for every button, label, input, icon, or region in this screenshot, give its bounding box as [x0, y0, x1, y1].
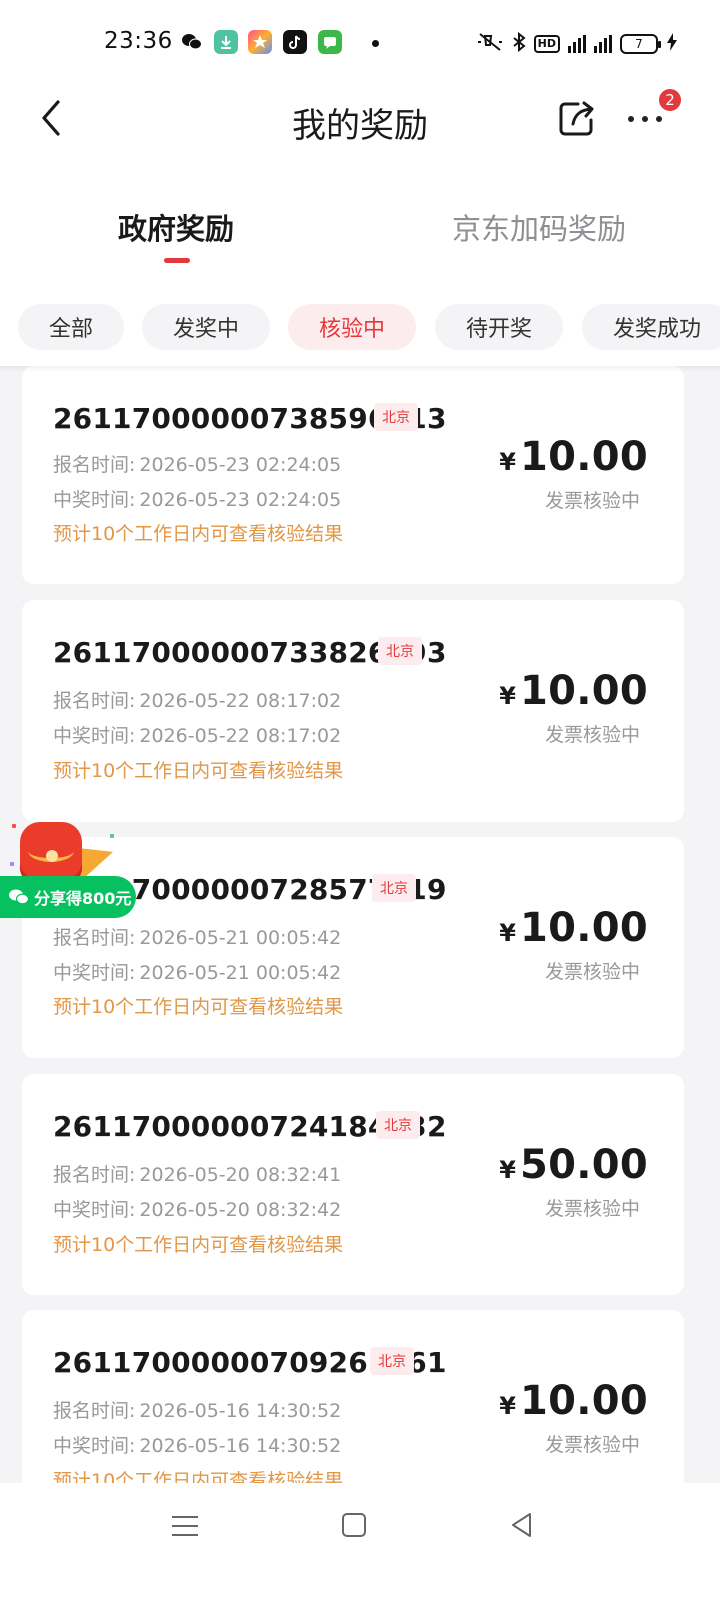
filter-awarding[interactable]: 发奖中 — [142, 304, 270, 350]
win-time: 中奖时间: 2026-05-22 08:17:02 — [53, 725, 342, 747]
system-icons: HD 7 — [476, 31, 678, 56]
home-button[interactable] — [342, 1513, 366, 1537]
reward-card[interactable]: 26117000000709261261 北京 报名时间: 2026-05-16 … — [22, 1310, 684, 1483]
confetti-decoration — [10, 862, 14, 866]
reward-card[interactable]: 26117000000733826993 北京 报名时间: 2026-05-22 … — [22, 600, 684, 822]
verification-note: 预计10个工作日内可查看核验结果 — [53, 760, 344, 782]
charging-icon — [666, 32, 678, 56]
invoice-status: 发票核验中 — [544, 1198, 640, 1220]
wechat-icon — [9, 889, 30, 905]
invoice-status: 发票核验中 — [544, 1434, 640, 1456]
invoice-status: 发票核验中 — [544, 961, 640, 983]
status-filter-bar: 全部 发奖中 核验中 待开奖 发奖成功 — [0, 304, 720, 350]
verification-note: 预计10个工作日内可查看核验结果 — [53, 996, 344, 1018]
filter-pending-draw[interactable]: 待开奖 — [435, 304, 563, 350]
city-tag: 北京 — [376, 1111, 420, 1139]
signup-time: 报名时间: 2026-05-23 02:24:05 — [53, 454, 342, 476]
reward-amount: ¥10.00 — [499, 434, 648, 480]
reward-card[interactable]: 26117000000738596013 北京 报名时间: 2026-05-23 … — [22, 366, 684, 584]
reward-tabs: 政府奖励 京东加码奖励 — [0, 200, 720, 270]
signup-time: 报名时间: 2026-05-22 08:17:02 — [53, 690, 342, 712]
signup-time: 报名时间: 2026-05-16 14:30:52 — [53, 1400, 342, 1422]
recent-apps-button[interactable] — [172, 1513, 198, 1539]
share-icon — [559, 101, 594, 136]
bluetooth-icon — [512, 31, 526, 56]
invoice-status: 发票核验中 — [544, 490, 640, 512]
system-nav-bar — [0, 1483, 720, 1600]
win-time: 中奖时间: 2026-05-20 08:32:42 — [53, 1199, 342, 1221]
reward-amount: ¥50.00 — [499, 1142, 648, 1188]
message-icon — [318, 30, 342, 54]
notification-dot — [372, 40, 379, 47]
filter-verifying[interactable]: 核验中 — [288, 304, 416, 350]
status-time: 23:36 — [104, 28, 173, 54]
signup-time: 报名时间: 2026-05-20 08:32:41 — [53, 1164, 342, 1186]
notification-badge: 2 — [658, 88, 682, 112]
status-bar: 23:36 HD 7 — [0, 24, 720, 64]
top-bar: 23:36 HD 7 我的奖励 2 政府奖励 京东加码奖励 全部 发奖中 核验中… — [0, 0, 720, 366]
download-icon — [214, 30, 238, 54]
red-packet-icon — [20, 822, 82, 884]
tiktok-icon — [283, 30, 307, 54]
wechat-icon — [180, 30, 204, 54]
mute-icon — [476, 32, 504, 56]
win-time: 中奖时间: 2026-05-23 02:24:05 — [53, 489, 342, 511]
reward-card[interactable]: 26117000000724184332 北京 报名时间: 2026-05-20 … — [22, 1074, 684, 1295]
city-tag: 北京 — [378, 637, 422, 665]
signup-time: 报名时间: 2026-05-21 00:05:42 — [53, 927, 342, 949]
star-app-icon — [248, 30, 272, 54]
city-tag: 北京 — [370, 1347, 414, 1375]
signal-icon — [568, 35, 586, 53]
city-tag: 北京 — [372, 874, 416, 902]
hd-indicator: HD — [533, 35, 560, 53]
verification-note: 预计10个工作日内可查看核验结果 — [53, 1470, 344, 1483]
win-time: 中奖时间: 2026-05-16 14:30:52 — [53, 1435, 342, 1457]
reward-amount: ¥10.00 — [499, 1378, 648, 1424]
share-earn-button[interactable]: 分享得800元 — [0, 876, 136, 918]
filter-award-success[interactable]: 发奖成功 — [582, 304, 720, 350]
reward-amount: ¥10.00 — [499, 668, 648, 714]
triangle-back-icon — [512, 1513, 531, 1537]
invoice-status: 发票核验中 — [544, 724, 640, 746]
header: 我的奖励 — [0, 80, 720, 160]
page-title: 我的奖励 — [292, 106, 428, 146]
share-reward-widget[interactable]: 分享得800元 — [0, 818, 140, 920]
nav-back-button[interactable] — [508, 1511, 536, 1539]
verification-note: 预计10个工作日内可查看核验结果 — [53, 523, 344, 545]
share-earn-label: 分享得800元 — [34, 889, 132, 908]
battery-icon: 7 — [620, 34, 661, 54]
more-icon — [628, 116, 662, 122]
win-time: 中奖时间: 2026-05-21 00:05:42 — [53, 962, 342, 984]
verification-note: 预计10个工作日内可查看核验结果 — [53, 1234, 344, 1256]
share-button[interactable] — [556, 98, 598, 140]
confetti-decoration — [12, 824, 16, 828]
filter-all[interactable]: 全部 — [18, 304, 124, 350]
signal-2-icon — [594, 35, 612, 53]
tab-government-rewards[interactable]: 政府奖励 — [118, 206, 234, 248]
active-tab-indicator — [164, 258, 190, 263]
reward-amount: ¥10.00 — [499, 905, 648, 951]
reward-list: 26117000000738596013 北京 报名时间: 2026-05-23 … — [0, 366, 720, 1483]
city-tag: 北京 — [374, 403, 418, 431]
confetti-decoration — [110, 834, 114, 838]
tab-jd-bonus-rewards[interactable]: 京东加码奖励 — [452, 206, 626, 248]
